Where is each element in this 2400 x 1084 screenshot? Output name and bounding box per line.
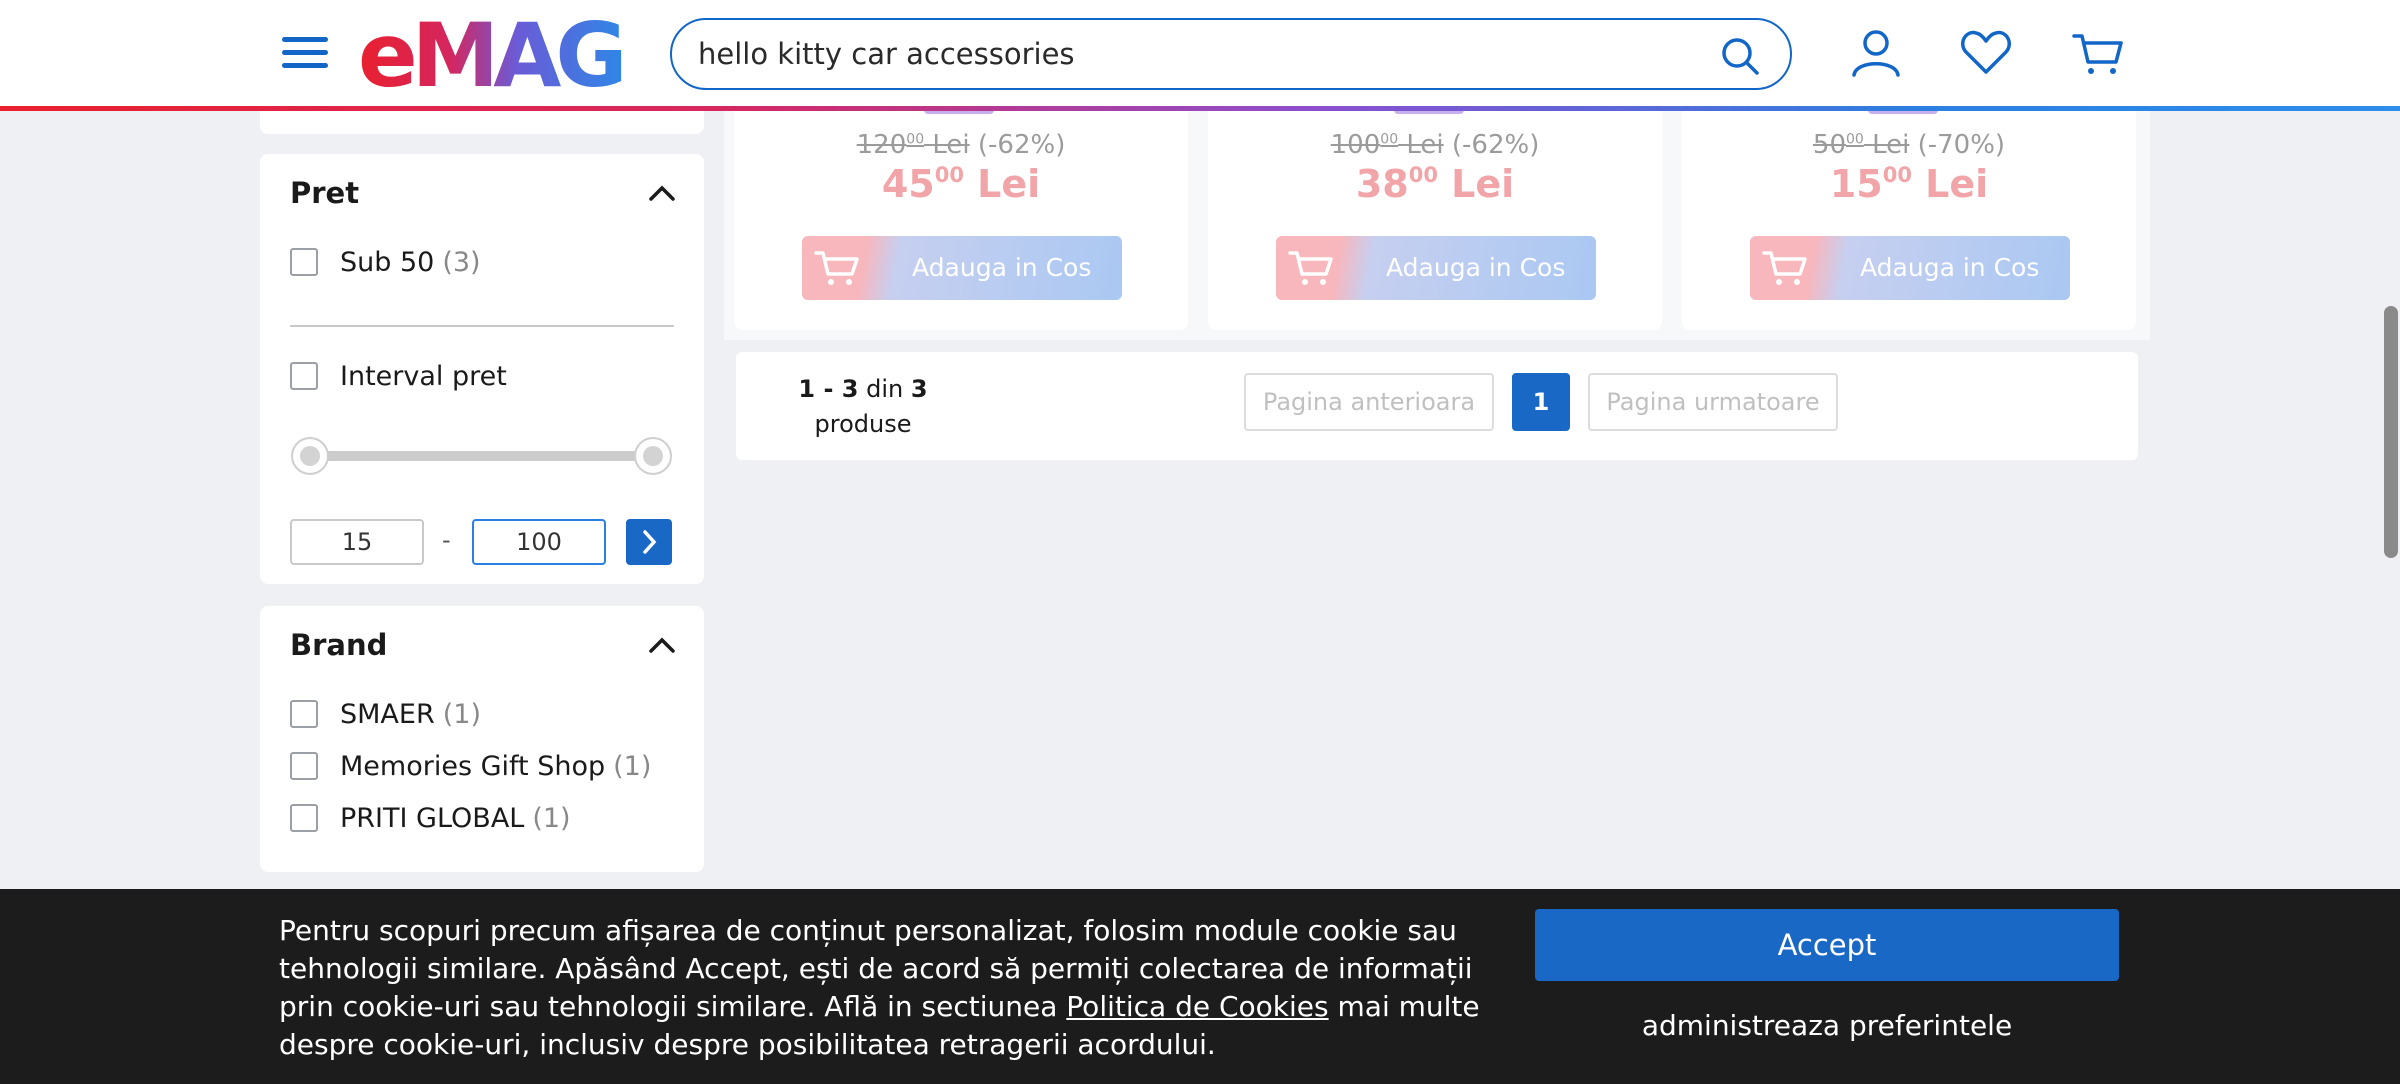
current-page-button[interactable]: 1 (1512, 373, 1570, 431)
old-price: 10000 Lei (-62%) (1330, 130, 1540, 160)
option-label: Sub 50 (340, 246, 435, 278)
price-slider-min-handle[interactable] (291, 437, 329, 475)
cart-icon (814, 251, 859, 285)
apply-price-button[interactable] (626, 519, 672, 565)
manage-preferences-link[interactable]: administreaza preferintele (1535, 1009, 2119, 1042)
current-price: 4500 Lei (881, 162, 1041, 206)
old-price: 5000 Lei (-70%) (1812, 130, 2006, 160)
emag-logo[interactable]: eMAG (358, 10, 632, 94)
chevron-right-icon (643, 530, 657, 554)
product-card: 12000 Lei (-62%) 4500 Lei Adauga in Cos (734, 108, 1188, 330)
option-label: SMAER (340, 698, 435, 730)
scrollbar-thumb[interactable] (2384, 306, 2398, 558)
heart-icon[interactable] (1960, 28, 2012, 78)
option-label: Memories Gift Shop (340, 750, 606, 782)
add-to-cart-button[interactable]: Adauga in Cos (1750, 236, 2070, 300)
logo-text: eMAG (358, 10, 622, 94)
price-option-sub50[interactable]: Sub 50 (3) (290, 245, 481, 279)
price-slider-track[interactable] (308, 451, 654, 461)
add-to-cart-button[interactable]: Adauga in Cos (802, 236, 1122, 300)
price-min-input[interactable] (290, 519, 424, 565)
search-icon[interactable] (1720, 36, 1760, 76)
price-slider-max-handle[interactable] (634, 437, 672, 475)
current-price: 1500 Lei (1829, 162, 1989, 206)
option-count: (3) (442, 246, 481, 278)
old-price: 12000 Lei (-62%) (856, 130, 1066, 160)
brand-option[interactable]: PRITI GLOBAL (1) (290, 801, 571, 835)
add-to-cart-button[interactable]: Adauga in Cos (1276, 236, 1596, 300)
checkbox[interactable] (290, 752, 318, 780)
option-count: (1) (532, 802, 571, 834)
chevron-up-icon[interactable] (648, 636, 676, 654)
cart-icon (1762, 251, 1807, 285)
accept-cookies-button[interactable]: Accept (1535, 909, 2119, 981)
cookie-message: Pentru scopuri precum afișarea de conțin… (279, 914, 1480, 1061)
cookie-banner: Pentru scopuri precum afișarea de conțin… (0, 889, 2400, 1084)
range-separator: - (442, 526, 451, 554)
current-price: 3800 Lei (1355, 162, 1515, 206)
site-header: eMAG (0, 0, 2400, 111)
checkbox[interactable] (290, 804, 318, 832)
checkbox[interactable] (290, 362, 318, 390)
previous-page-button[interactable]: Pagina anterioara (1244, 373, 1494, 431)
user-icon[interactable] (1850, 28, 1902, 78)
search-bar (670, 18, 1792, 90)
product-card: 5000 Lei (-70%) 1500 Lei Adauga in Cos (1682, 108, 2136, 330)
option-count: (1) (442, 698, 481, 730)
result-count: 1 - 3 din 3 produse (798, 375, 928, 438)
search-input[interactable] (698, 34, 1698, 74)
brand-option[interactable]: Memories Gift Shop (1) (290, 749, 651, 783)
brand-option[interactable]: SMAER (1) (290, 697, 481, 731)
chevron-up-icon[interactable] (648, 184, 676, 202)
option-count: (1) (613, 750, 652, 782)
checkbox[interactable] (290, 700, 318, 728)
option-label: PRITI GLOBAL (340, 802, 525, 834)
next-page-button[interactable]: Pagina urmatoare (1588, 373, 1838, 431)
price-interval-option[interactable]: Interval pret (290, 359, 507, 393)
product-card: 10000 Lei (-62%) 3800 Lei Adauga in Cos (1208, 108, 1662, 330)
cart-icon[interactable] (2072, 28, 2124, 78)
cookie-policy-link[interactable]: Politica de Cookies (1066, 990, 1328, 1023)
pagination-bar: 1 - 3 din 3 produse Pagina anterioara 1 … (736, 352, 2138, 460)
menu-icon[interactable] (282, 37, 328, 73)
checkbox[interactable] (290, 248, 318, 276)
price-max-input[interactable] (472, 519, 606, 565)
brand-filter-title: Brand (290, 628, 388, 662)
price-filter-title: Pret (290, 176, 360, 210)
header-gradient-bar (0, 106, 2400, 111)
divider (290, 325, 674, 327)
option-label: Interval pret (340, 360, 507, 392)
cart-icon (1288, 251, 1333, 285)
